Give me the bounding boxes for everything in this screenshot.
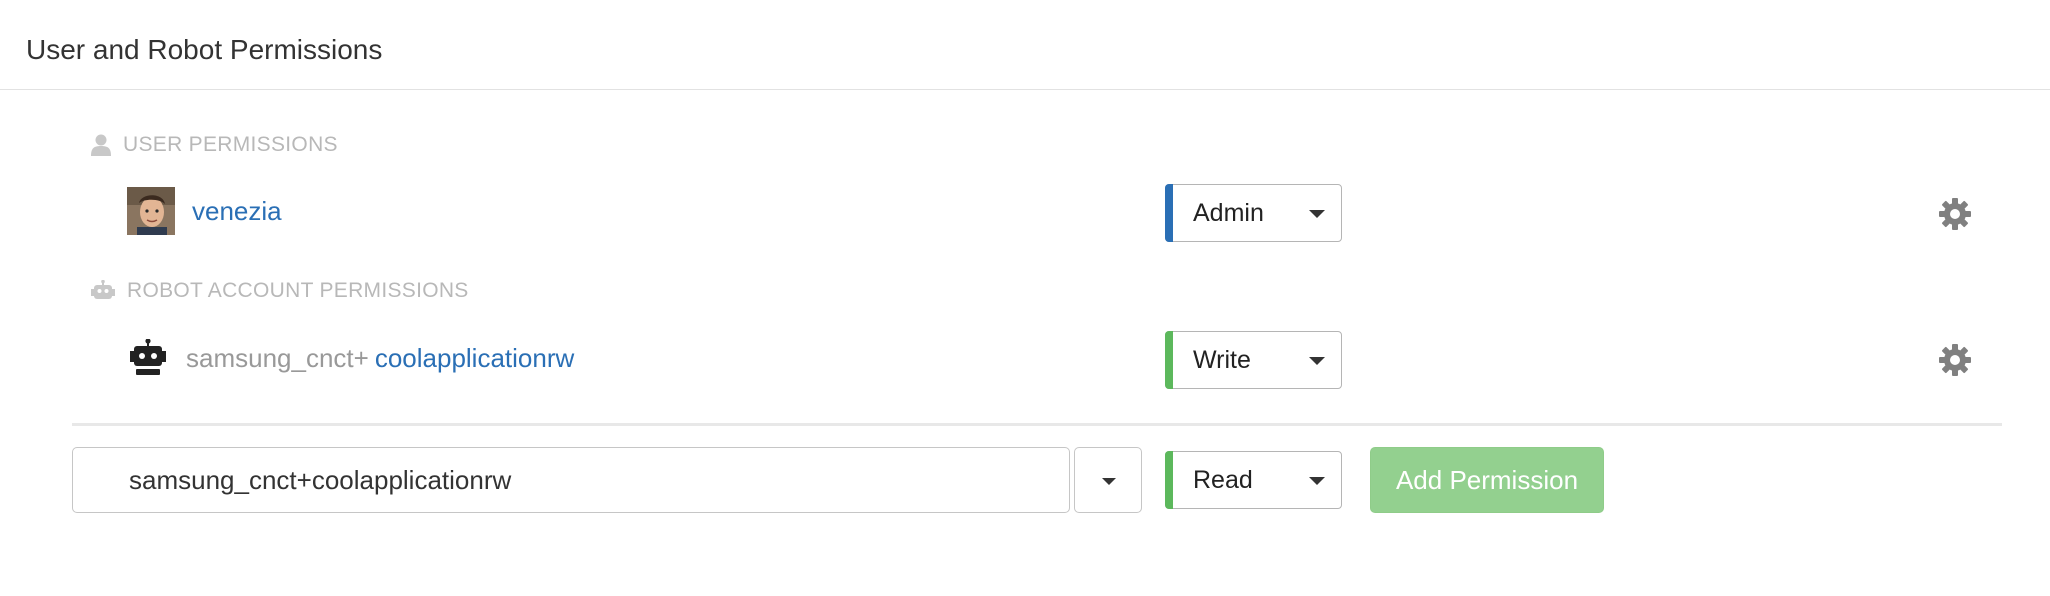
user-permissions-heading: USER PERMISSIONS <box>91 133 338 157</box>
robot-row-gear-icon[interactable] <box>1937 342 1973 378</box>
role-select-label: Admin <box>1193 198 1264 227</box>
user-row-gear-icon[interactable] <box>1937 196 1973 232</box>
user-icon <box>91 134 111 156</box>
user-permissions-label: USER PERMISSIONS <box>123 133 338 156</box>
robot-permissions-label: ROBOT ACCOUNT PERMISSIONS <box>127 279 469 302</box>
user-link-venezia[interactable]: venezia <box>192 196 282 227</box>
robot-prefix: samsung_cnct+ <box>186 342 369 373</box>
role-accent <box>1165 331 1173 389</box>
robot-link-coolapplicationrw[interactable]: coolapplicationrw <box>375 343 574 374</box>
chevron-down-icon <box>1309 477 1325 485</box>
role-accent <box>1165 184 1173 242</box>
chevron-down-icon <box>1102 478 1116 485</box>
entity-search-input[interactable] <box>72 447 1070 513</box>
robot-account-icon <box>130 339 166 377</box>
robot-role-select[interactable]: Write <box>1165 331 1342 389</box>
header-divider <box>0 89 2050 90</box>
entity-dropdown-toggle[interactable] <box>1074 447 1142 513</box>
role-select-label: Write <box>1193 345 1251 374</box>
chevron-down-icon <box>1309 210 1325 218</box>
robot-row: samsung_cnct+ coolapplicationrw <box>130 339 574 377</box>
new-role-select[interactable]: Read <box>1165 451 1342 509</box>
user-role-select[interactable]: Admin <box>1165 184 1342 242</box>
avatar <box>127 187 175 235</box>
robot-permissions-heading: ROBOT ACCOUNT PERMISSIONS <box>91 279 469 303</box>
chevron-down-icon <box>1309 357 1325 365</box>
role-select-label: Read <box>1193 465 1253 494</box>
role-accent <box>1165 451 1173 509</box>
panel-title: User and Robot Permissions <box>26 34 383 65</box>
form-divider <box>72 423 2002 426</box>
user-row: venezia <box>127 187 282 235</box>
add-permission-button[interactable]: Add Permission <box>1370 447 1604 513</box>
robot-icon <box>91 280 115 302</box>
